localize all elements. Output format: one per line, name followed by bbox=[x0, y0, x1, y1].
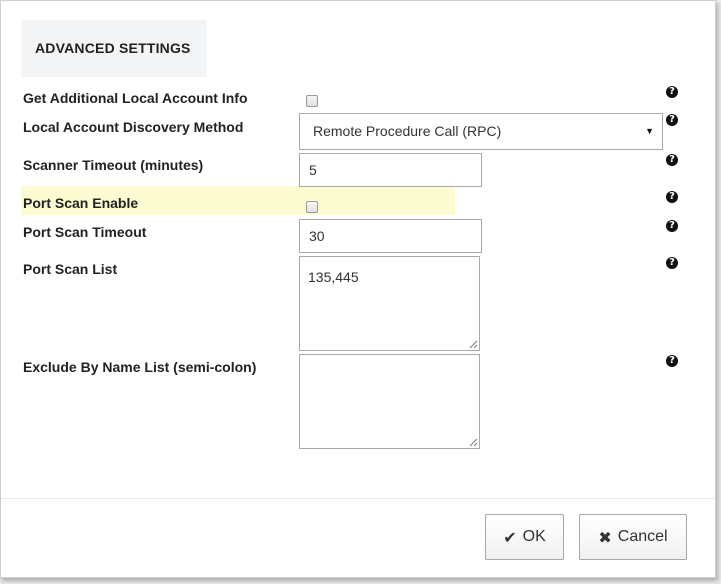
resize-grip-icon[interactable] bbox=[468, 339, 478, 349]
port-scan-timeout-input[interactable]: 30 bbox=[299, 219, 482, 253]
port-scan-enable-label: Port Scan Enable bbox=[23, 195, 139, 211]
help-icon[interactable]: ? bbox=[666, 86, 678, 98]
footer-divider bbox=[1, 498, 715, 499]
port-scan-enable-checkbox[interactable] bbox=[306, 201, 318, 213]
scanner-timeout-input[interactable]: 5 bbox=[299, 153, 482, 187]
help-icon[interactable]: ? bbox=[666, 220, 678, 232]
help-icon[interactable]: ? bbox=[666, 257, 678, 269]
select-value: Remote Procedure Call (RPC) bbox=[313, 123, 502, 139]
exclude-by-name-list-textarea[interactable] bbox=[299, 354, 480, 449]
port-scan-timeout-label: Port Scan Timeout bbox=[23, 224, 147, 240]
cancel-button-label: Cancel bbox=[617, 528, 668, 545]
x-icon: ✖ bbox=[598, 527, 612, 547]
check-icon: ✔ bbox=[503, 527, 517, 547]
port-scan-list-textarea[interactable]: 135,445 bbox=[299, 256, 480, 351]
port-scan-list-value: 135,445 bbox=[308, 269, 359, 285]
help-icon[interactable]: ? bbox=[666, 191, 678, 203]
cancel-button[interactable]: ✖ Cancel bbox=[579, 514, 687, 560]
resize-grip-icon[interactable] bbox=[468, 437, 478, 447]
ok-button-label: OK bbox=[522, 528, 546, 545]
exclude-by-name-list-label: Exclude By Name List (semi-colon) bbox=[23, 359, 257, 375]
help-icon[interactable]: ? bbox=[666, 154, 678, 166]
port-scan-list-label: Port Scan List bbox=[23, 261, 118, 277]
scanner-timeout-label: Scanner Timeout (minutes) bbox=[23, 157, 204, 173]
section-title: ADVANCED SETTINGS bbox=[21, 20, 207, 77]
get-additional-local-account-info-checkbox[interactable] bbox=[306, 95, 318, 107]
local-account-discovery-method-select[interactable]: Remote Procedure Call (RPC) ▼ bbox=[299, 113, 663, 150]
help-icon[interactable]: ? bbox=[666, 114, 678, 126]
help-icon[interactable]: ? bbox=[666, 355, 678, 367]
get-additional-local-account-info-label: Get Additional Local Account Info bbox=[23, 90, 248, 106]
dropdown-arrow-icon: ▼ bbox=[645, 126, 654, 136]
ok-button[interactable]: ✔ OK bbox=[485, 514, 564, 560]
local-account-discovery-method-label: Local Account Discovery Method bbox=[23, 119, 244, 135]
advanced-settings-dialog: ADVANCED SETTINGS Get Additional Local A… bbox=[0, 0, 716, 578]
